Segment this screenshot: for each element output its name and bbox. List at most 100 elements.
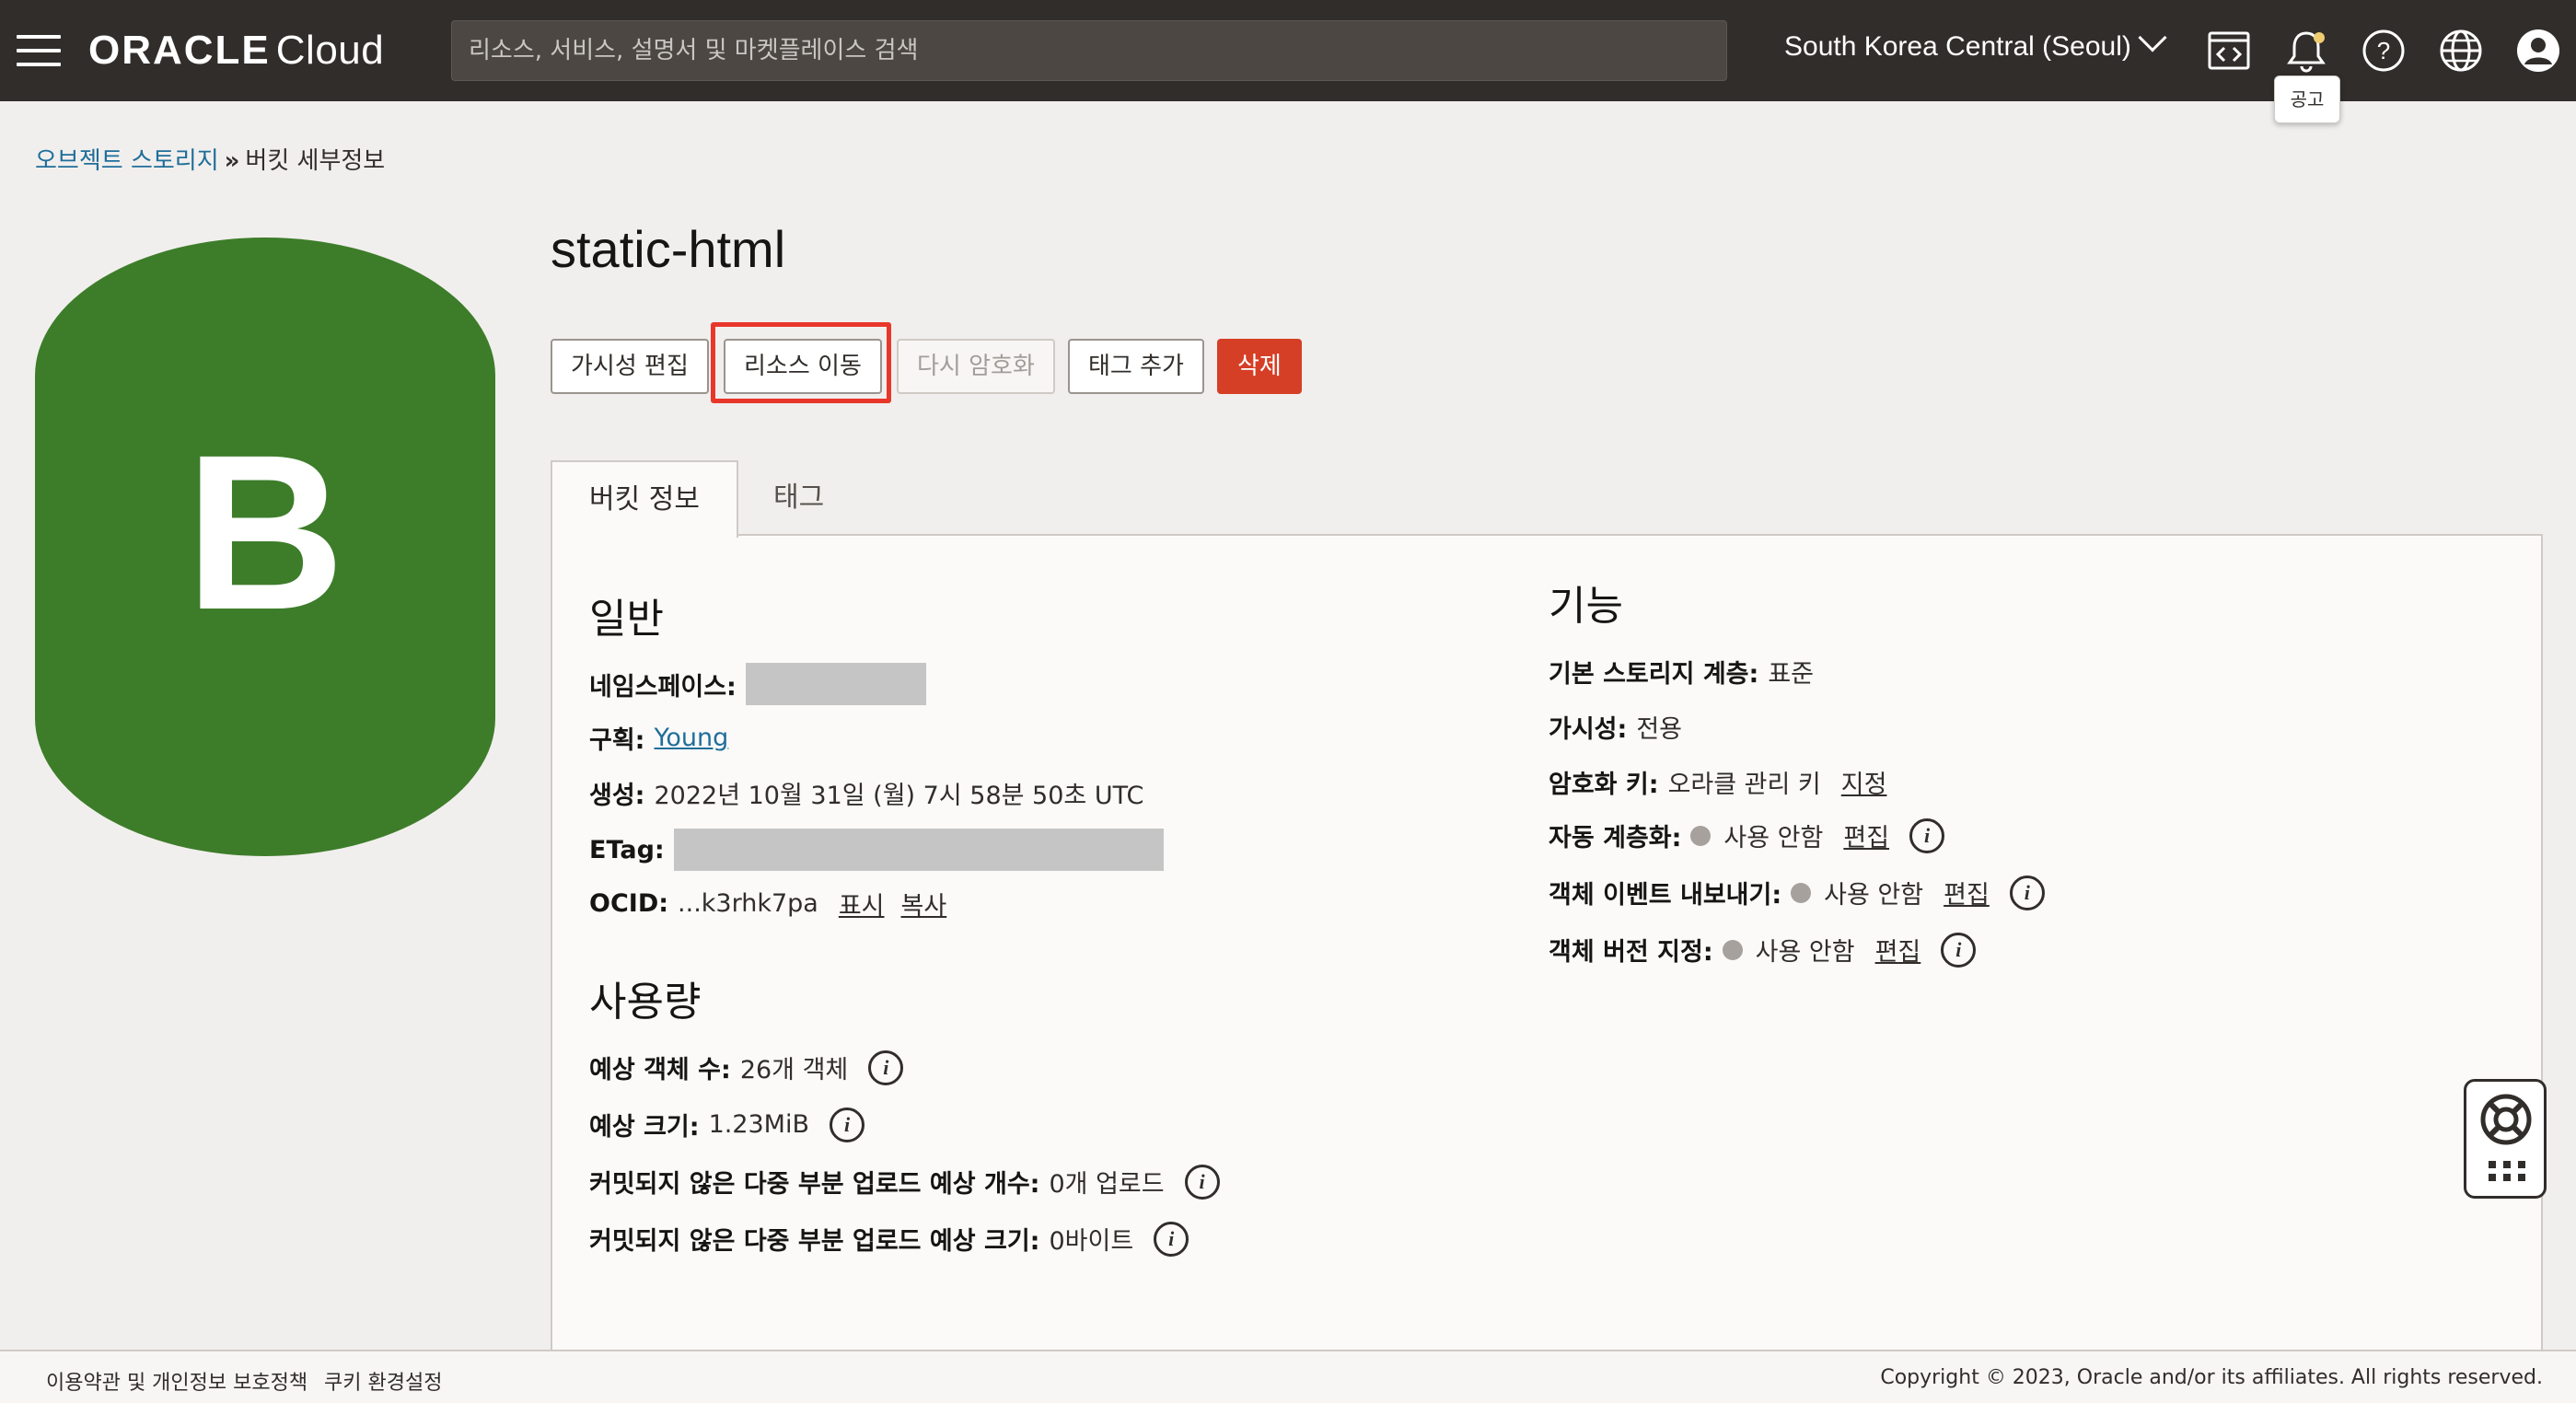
svg-text:?: ? bbox=[2377, 37, 2390, 64]
add-tags-button[interactable]: 태그 추가 bbox=[1068, 339, 1204, 394]
help-widget-button[interactable] bbox=[2464, 1079, 2547, 1199]
info-icon[interactable]: i bbox=[830, 1107, 864, 1142]
size-row: 예상 크기: 1.23MiB i bbox=[589, 1107, 864, 1142]
storage-tier-value: 표준 bbox=[1768, 660, 1815, 689]
ocid-show-link[interactable]: 표시 bbox=[839, 886, 885, 922]
chevron-down-icon bbox=[2138, 23, 2167, 52]
move-resource-button[interactable]: 리소스 이동 bbox=[724, 339, 882, 394]
hamburger-menu-icon[interactable] bbox=[17, 35, 61, 66]
compartment-row: 구획: Young bbox=[589, 720, 728, 756]
notifications-bell-icon[interactable] bbox=[2283, 28, 2329, 74]
oracle-cloud-logo[interactable]: ORACLE Cloud bbox=[88, 28, 384, 74]
ocid-row: OCID: ...k3rhk7pa 표시 복사 bbox=[589, 886, 946, 922]
info-icon[interactable]: i bbox=[1941, 932, 1977, 968]
breadcrumb-current: 버킷 세부정보 bbox=[245, 147, 386, 175]
namespace-redacted-value bbox=[745, 663, 926, 705]
edit-visibility-button[interactable]: 가시성 편집 bbox=[551, 339, 709, 394]
etag-label: ETag: bbox=[589, 835, 665, 864]
versioning-row: 객체 버전 지정: 사용 안함 편집 i bbox=[1549, 932, 1977, 968]
features-heading: 기능 bbox=[1549, 583, 1623, 630]
region-label: South Korea Central (Seoul) bbox=[1784, 31, 2131, 62]
info-icon[interactable]: i bbox=[2009, 875, 2045, 910]
namespace-label: 네임스페이스: bbox=[589, 672, 737, 702]
visibility-row: 가시성: 전용 bbox=[1549, 709, 1682, 745]
brand-oracle: ORACLE bbox=[88, 28, 271, 73]
compartment-link[interactable]: Young bbox=[654, 724, 728, 752]
object-count-value: 26개 객체 bbox=[739, 1056, 849, 1084]
etag-row: ETag: bbox=[589, 829, 1164, 871]
usage-heading: 사용량 bbox=[589, 979, 702, 1026]
bucket-icon-letter: B bbox=[185, 409, 345, 655]
uncommitted-size-label: 커밋되지 않은 다중 부분 업로드 예상 크기: bbox=[589, 1227, 1040, 1256]
global-search-input[interactable] bbox=[451, 20, 1727, 81]
visibility-value: 전용 bbox=[1636, 715, 1683, 744]
code-editor-icon[interactable] bbox=[2206, 28, 2252, 74]
user-profile-icon[interactable] bbox=[2515, 28, 2561, 74]
re-encrypt-button[interactable]: 다시 암호화 bbox=[897, 339, 1055, 394]
info-icon[interactable]: i bbox=[868, 1049, 904, 1085]
language-globe-icon[interactable] bbox=[2438, 28, 2484, 74]
tab-bucket-info[interactable]: 버킷 정보 bbox=[551, 460, 738, 538]
visibility-label: 가시성: bbox=[1549, 715, 1628, 744]
versioning-value: 사용 안함 bbox=[1755, 938, 1855, 967]
bucket-info-panel: 일반 네임스페이스: 구획: Young 생성: 2022년 10월 31일 (… bbox=[551, 534, 2543, 1350]
compartment-label: 구획: bbox=[589, 726, 645, 755]
bucket-icon: B bbox=[35, 238, 495, 856]
ocid-copy-link[interactable]: 복사 bbox=[901, 886, 947, 922]
object-events-row: 객체 이벤트 내보내기: 사용 안함 편집 i bbox=[1549, 875, 2045, 910]
object-events-label: 객체 이벤트 내보내기: bbox=[1549, 881, 1782, 910]
tab-tags[interactable]: 태그 bbox=[737, 460, 861, 536]
info-icon[interactable]: i bbox=[1184, 1164, 1220, 1200]
breadcrumb: 오브젝트 스토리지» 버킷 세부정보 bbox=[35, 142, 385, 176]
uncommitted-size-row: 커밋되지 않은 다중 부분 업로드 예상 크기: 0바이트 i bbox=[589, 1221, 1189, 1257]
lifebuoy-icon bbox=[2480, 1094, 2532, 1145]
delete-button[interactable]: 삭제 bbox=[1217, 339, 1302, 394]
info-icon[interactable]: i bbox=[1154, 1221, 1189, 1257]
uncommitted-count-value: 0개 업로드 bbox=[1049, 1170, 1165, 1199]
namespace-row: 네임스페이스: bbox=[589, 663, 926, 705]
encryption-value: 오라클 관리 키 bbox=[1667, 771, 1821, 799]
auto-tiering-label: 자동 계층화: bbox=[1549, 824, 1682, 852]
storage-tier-row: 기본 스토리지 계층: 표준 bbox=[1549, 654, 1814, 690]
created-value: 2022년 10월 31일 (월) 7시 58분 50초 UTC bbox=[654, 782, 1144, 810]
object-events-value: 사용 안함 bbox=[1824, 881, 1924, 910]
uncommitted-count-label: 커밋되지 않은 다중 부분 업로드 예상 개수: bbox=[589, 1170, 1040, 1199]
size-label: 예상 크기: bbox=[589, 1113, 700, 1142]
uncommitted-size-value: 0바이트 bbox=[1049, 1227, 1134, 1256]
created-row: 생성: 2022년 10월 31일 (월) 7시 58분 50초 UTC bbox=[589, 775, 1143, 811]
encryption-row: 암호화 키: 오라클 관리 키 지정 bbox=[1549, 764, 1886, 800]
breadcrumb-separator: » bbox=[224, 147, 240, 175]
auto-tiering-edit-link[interactable]: 편집 bbox=[1843, 817, 1889, 853]
help-icon[interactable]: ? bbox=[2361, 28, 2407, 74]
terms-privacy-link[interactable]: 이용약관 및 개인정보 보호정책 bbox=[46, 1366, 307, 1396]
object-events-edit-link[interactable]: 편집 bbox=[1944, 875, 1990, 910]
versioning-edit-link[interactable]: 편집 bbox=[1875, 932, 1921, 968]
general-heading: 일반 bbox=[589, 596, 664, 643]
auto-tiering-row: 자동 계층화: 사용 안함 편집 i bbox=[1549, 817, 1945, 853]
status-disabled-dot bbox=[1722, 939, 1743, 960]
object-count-label: 예상 객체 수: bbox=[589, 1056, 731, 1084]
notifications-tooltip: 공고 bbox=[2274, 75, 2340, 123]
versioning-label: 객체 버전 지정: bbox=[1549, 938, 1713, 967]
encryption-assign-link[interactable]: 지정 bbox=[1841, 764, 1887, 800]
storage-tier-label: 기본 스토리지 계층: bbox=[1549, 660, 1759, 689]
size-value: 1.23MiB bbox=[708, 1110, 809, 1139]
top-navigation-bar: ORACLECloud South Korea Central (Seoul) … bbox=[0, 0, 2576, 101]
ocid-label: OCID: bbox=[589, 889, 669, 918]
breadcrumb-object-storage-link[interactable]: 오브젝트 스토리지 bbox=[35, 147, 219, 175]
etag-redacted-value bbox=[673, 829, 1164, 871]
uncommitted-count-row: 커밋되지 않은 다중 부분 업로드 예상 개수: 0개 업로드 i bbox=[589, 1164, 1220, 1200]
copyright-text: Copyright © 2023, Oracle and/or its affi… bbox=[1880, 1366, 2543, 1389]
apps-grid-icon bbox=[2489, 1161, 2525, 1181]
cookie-preferences-link[interactable]: 쿠키 환경설정 bbox=[324, 1366, 442, 1396]
auto-tiering-value: 사용 안함 bbox=[1723, 824, 1824, 852]
created-label: 생성: bbox=[589, 782, 645, 810]
encryption-label: 암호화 키: bbox=[1549, 771, 1659, 799]
info-icon[interactable]: i bbox=[1909, 817, 1945, 853]
ocid-value: ...k3rhk7pa bbox=[678, 889, 818, 918]
page-footer: 이용약관 및 개인정보 보호정책 쿠키 환경설정 Copyright © 202… bbox=[0, 1350, 2576, 1403]
page-title: static-html bbox=[551, 220, 786, 278]
status-disabled-dot bbox=[1690, 825, 1712, 846]
region-selector[interactable]: South Korea Central (Seoul) bbox=[1784, 23, 2167, 63]
object-count-row: 예상 객체 수: 26개 객체 i bbox=[589, 1049, 904, 1085]
